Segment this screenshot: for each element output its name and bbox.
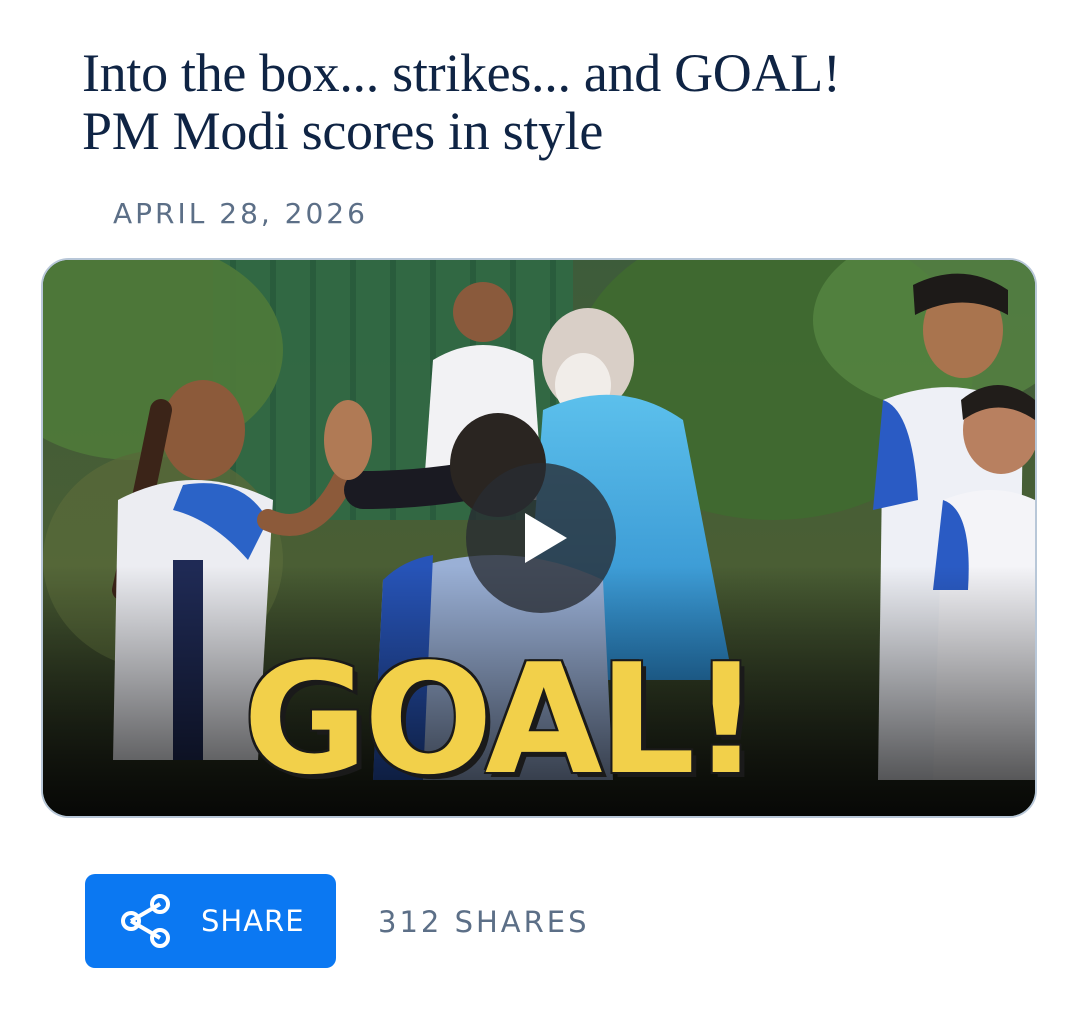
video-player[interactable]: GOAL! xyxy=(41,258,1037,818)
share-button-label: SHARE xyxy=(201,904,305,938)
publish-date: APRIL 28, 2026 xyxy=(113,197,368,230)
article-headline: Into the box... strikes... and GOAL! PM … xyxy=(82,44,1042,160)
goal-overlay-text: GOAL! xyxy=(243,631,761,808)
play-button[interactable] xyxy=(466,463,616,613)
play-icon xyxy=(525,513,567,563)
headline-line-2: PM Modi scores in style xyxy=(82,101,604,161)
share-button[interactable]: SHARE xyxy=(85,874,336,968)
headline-line-1: Into the box... strikes... and GOAL! xyxy=(82,43,841,103)
share-icon xyxy=(118,893,174,949)
share-count: 312 SHARES xyxy=(378,905,590,939)
